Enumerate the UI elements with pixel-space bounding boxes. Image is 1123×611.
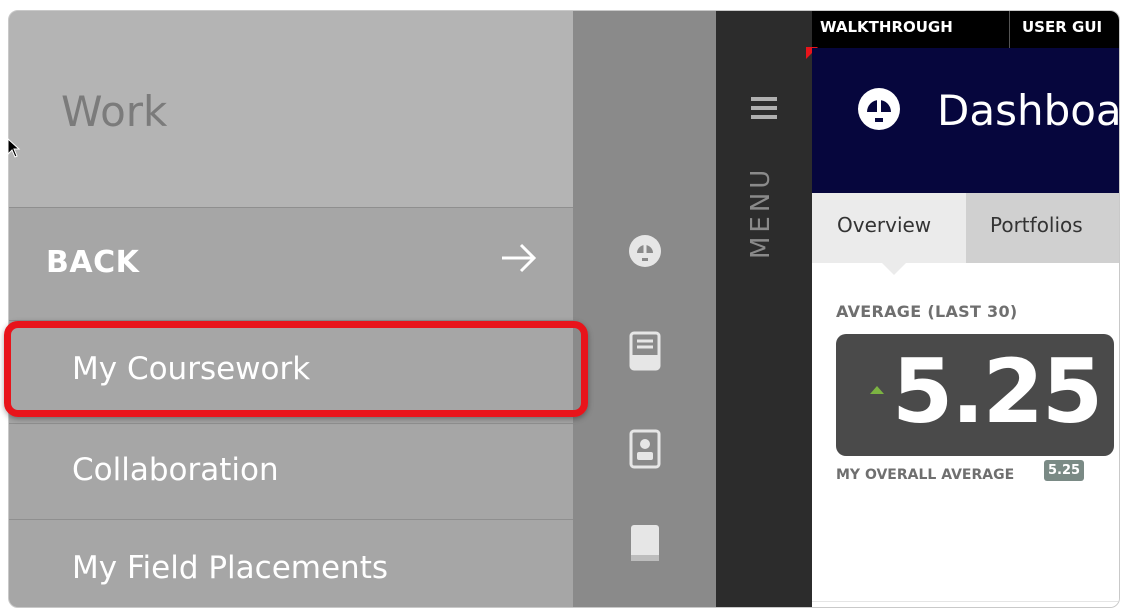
tab-overview[interactable]: Overview [812, 193, 966, 263]
active-tab-caret [882, 263, 906, 275]
average-score-card: 5.25 [836, 334, 1114, 456]
overall-average-label: MY OVERALL AVERAGE [836, 467, 1015, 483]
trend-up-icon [870, 386, 884, 394]
top-nav: WALKTHROUGH USER GUI [812, 11, 1119, 48]
highlight-box [4, 321, 588, 417]
side-item-label: My Field Placements [72, 550, 388, 586]
back-button[interactable]: BACK [9, 208, 573, 320]
overall-average-badge: 5.25 [1044, 460, 1085, 481]
dashboard-area: WALKTHROUGH USER GUI Dashboa Overview Po… [806, 11, 1120, 607]
mouse-cursor-icon [7, 138, 21, 158]
dashboard-icon[interactable] [625, 229, 665, 273]
page-header: Dashboa [812, 48, 1120, 193]
back-label: BACK [46, 245, 140, 280]
inbox-icon[interactable] [625, 329, 665, 373]
book-icon[interactable] [625, 521, 665, 565]
menu-bar[interactable]: MENU [716, 11, 812, 607]
arrow-right-icon [502, 243, 537, 273]
side-item-collaboration[interactable]: Collaboration [9, 424, 573, 520]
menu-label: MENU [746, 165, 776, 259]
page-title: Dashboa [937, 86, 1120, 135]
tab-portfolios[interactable]: Portfolios [966, 193, 1119, 263]
top-nav-user-guide[interactable]: USER GUI [1022, 18, 1102, 36]
hamburger-icon[interactable] [749, 93, 779, 123]
side-panel-header: Work [9, 11, 573, 207]
top-nav-walkthrough[interactable]: WALKTHROUGH [820, 18, 953, 36]
side-panel: Work BACK My Coursework Collaboration My… [9, 11, 573, 607]
side-panel-title: Work [61, 87, 168, 136]
app-window: Work BACK My Coursework Collaboration My… [8, 10, 1120, 608]
dashboard-icon [858, 88, 900, 130]
divider [812, 601, 1119, 602]
side-item-my-field-placements[interactable]: My Field Placements [9, 520, 573, 607]
tab-bar: Overview Portfolios [812, 193, 1119, 263]
contact-card-icon[interactable] [625, 427, 665, 471]
divider [1009, 11, 1010, 48]
average-value: 5.25 [892, 340, 1103, 443]
average-label: AVERAGE (LAST 30) [836, 302, 1018, 321]
icon-strip [573, 11, 716, 607]
side-item-label: Collaboration [72, 452, 279, 488]
